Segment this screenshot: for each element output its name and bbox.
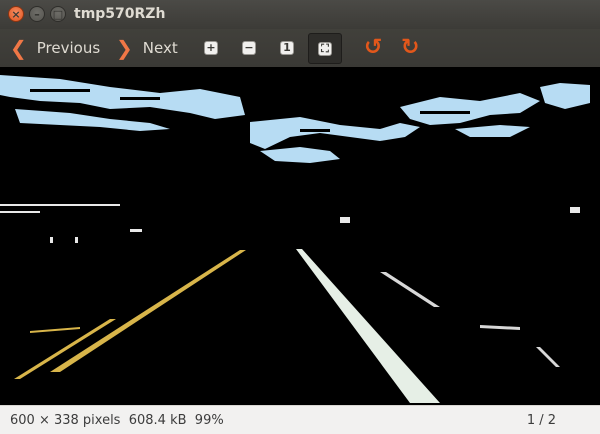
maximize-button[interactable]: □ xyxy=(50,6,66,22)
minimize-button[interactable]: – xyxy=(29,6,45,22)
toolbar: ❮ Previous ❯ Next + − 1 ⛶ ↺ ↻ xyxy=(0,29,600,67)
previous-label: Previous xyxy=(36,39,101,57)
zoom-normal-icon: 1 xyxy=(280,41,294,55)
chevron-left-icon: ❮ xyxy=(10,36,27,60)
window-title: tmp570RZh xyxy=(74,6,166,22)
rotate-right-icon: ↻ xyxy=(401,35,420,60)
zoom-in-button[interactable]: + xyxy=(201,38,221,58)
next-label: Next xyxy=(142,39,178,57)
status-info: 600 × 338 pixels 608.4 kB 99% xyxy=(10,413,224,428)
image-view[interactable] xyxy=(0,67,600,405)
status-bar: 600 × 338 pixels 608.4 kB 99% 1 / 2 xyxy=(0,405,600,434)
close-button[interactable]: × xyxy=(8,6,24,22)
zoom-fit-icon: ⛶ xyxy=(318,41,332,56)
zoom-out-button[interactable]: − xyxy=(239,38,259,58)
zoom-level: 99% xyxy=(194,413,224,428)
title-bar: × – □ tmp570RZh xyxy=(0,0,600,29)
zoom-in-icon: + xyxy=(204,41,218,55)
chevron-right-icon: ❯ xyxy=(116,36,133,60)
previous-button[interactable]: ❮ Previous xyxy=(10,29,100,67)
zoom-normal-button[interactable]: 1 xyxy=(277,38,297,58)
image-position: 1 / 2 xyxy=(526,413,556,428)
image-dimensions: 600 × 338 pixels xyxy=(10,413,121,428)
rotate-left-button[interactable]: ↺ xyxy=(364,35,382,60)
road-photo-icon xyxy=(0,67,600,405)
next-button[interactable]: ❯ Next xyxy=(116,29,178,67)
close-icon: × xyxy=(11,8,21,21)
file-size: 608.4 kB xyxy=(128,413,187,428)
zoom-out-icon: − xyxy=(242,41,256,55)
rotate-right-button[interactable]: ↻ xyxy=(401,35,419,60)
zoom-fit-button[interactable]: ⛶ xyxy=(308,33,342,64)
rotate-left-icon: ↺ xyxy=(364,35,383,60)
minimize-icon: – xyxy=(34,8,40,21)
maximize-icon: □ xyxy=(52,8,64,21)
